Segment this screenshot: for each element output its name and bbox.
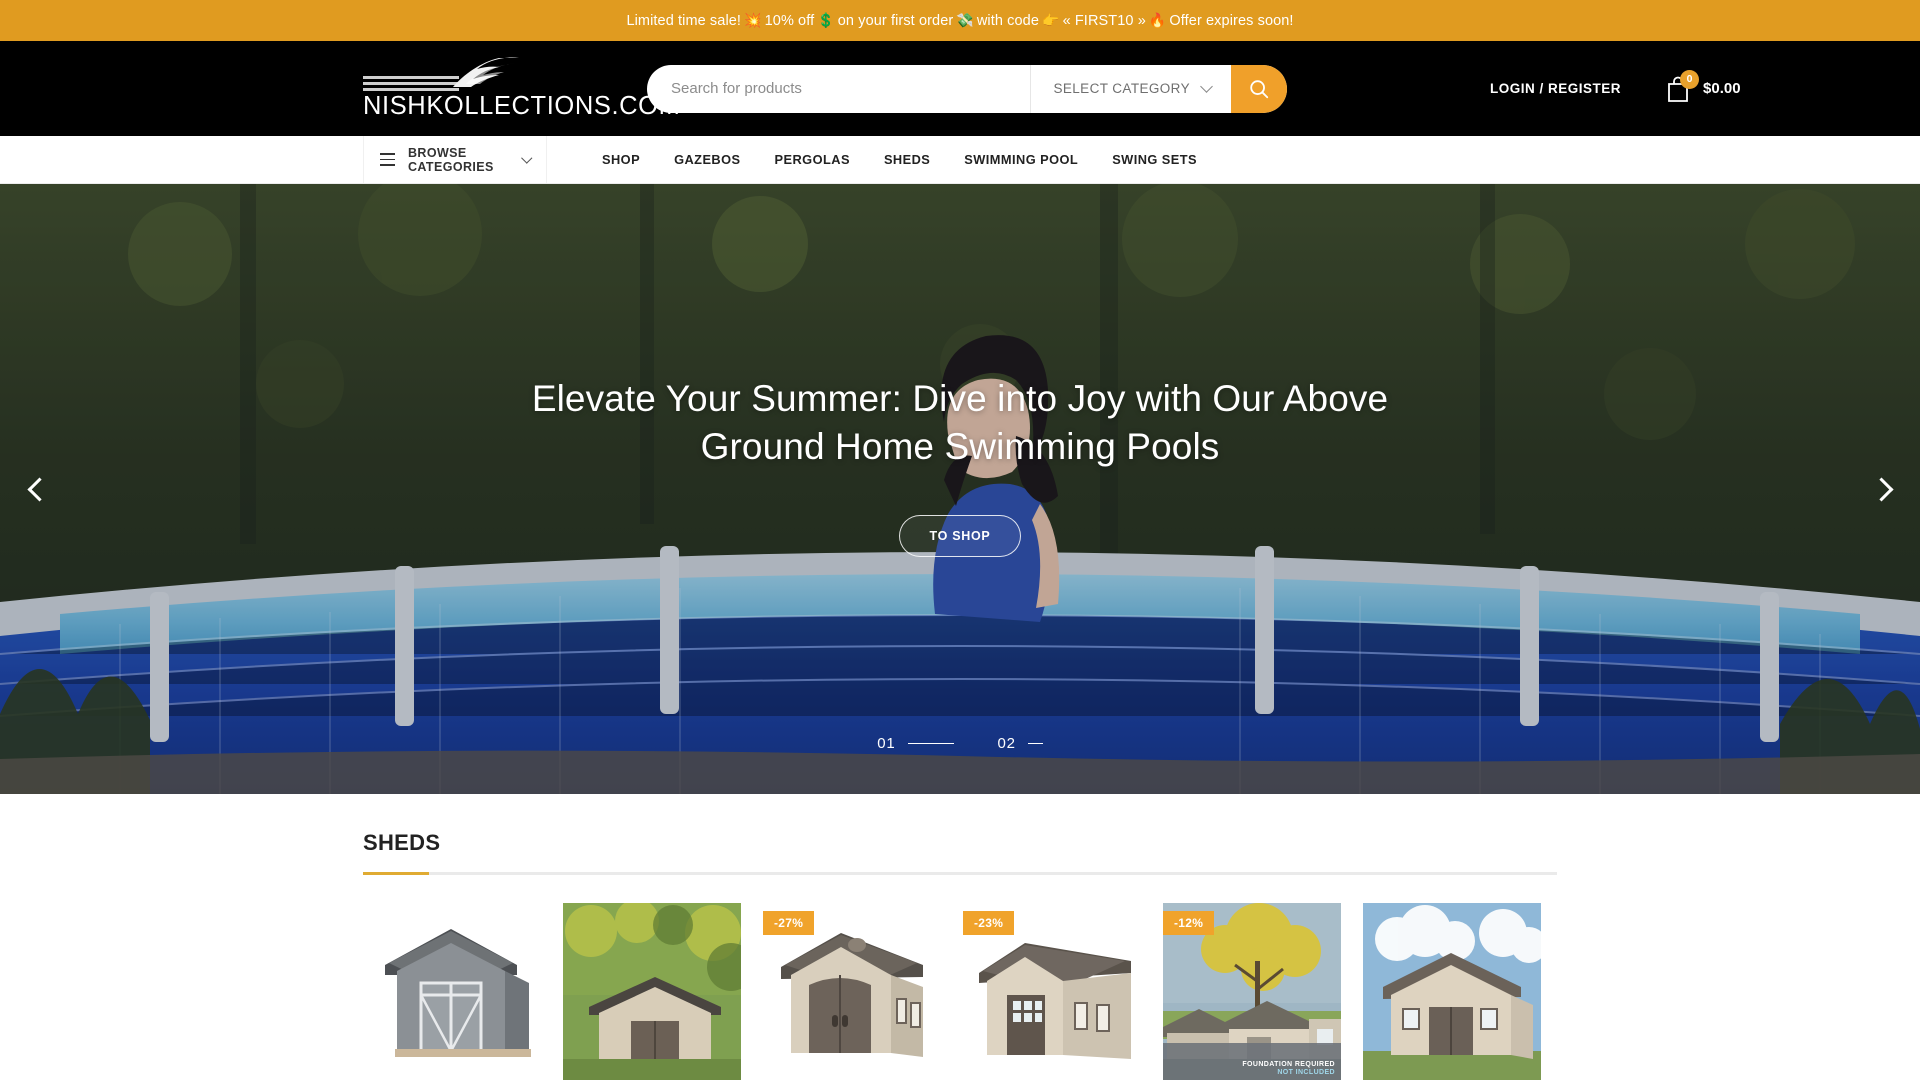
hero-content: Elevate Your Summer: Dive into Joy with … (0, 184, 1920, 794)
explosion-icon: 💥 (744, 12, 762, 28)
logo-mark (363, 56, 609, 93)
search-button[interactable] (1231, 64, 1287, 113)
cart-count-badge: 0 (1680, 69, 1700, 89)
cart-button[interactable]: 0 $0.00 (1665, 69, 1741, 103)
money-flying-icon: 💸 (956, 12, 974, 28)
site-logo[interactable]: NISHKOLLECTIONS.COM (363, 56, 681, 121)
site-header: NISHKOLLECTIONS.COM SELECT CATEGORY LOGI… (0, 41, 1920, 136)
wing-icon (451, 56, 521, 93)
slider-dot-label: 01 (877, 735, 896, 752)
slider-dot-label: 02 (997, 735, 1016, 752)
nav-item-swing-sets[interactable]: SWING SETS (1095, 152, 1214, 167)
promo-text-6: Offer expires soon! (1169, 12, 1294, 29)
product-image[interactable] (1363, 903, 1541, 1080)
nav-item-gazebos[interactable]: GAZEBOS (657, 152, 757, 167)
promo-text-4: with code (976, 12, 1040, 29)
promo-code: « FIRST10 » (1062, 12, 1146, 29)
hamburger-icon (380, 153, 395, 166)
product-card[interactable]: Backwoods 10 ft. W x 8 ft. D (363, 903, 541, 1080)
promo-banner: Limited time sale! 💥 10% off 💲 on your f… (0, 0, 1920, 41)
product-card[interactable]: -23% Lifetime 8 ft. W x 20 ft. D (963, 903, 1141, 1080)
search-bar: SELECT CATEGORY (647, 64, 1287, 113)
product-card[interactable]: -12% FOUNDATION REQUIRED NOT INCLUDED (1163, 903, 1341, 1080)
foundation-line-1: FOUNDATION REQUIRED (1242, 1060, 1335, 1068)
nav-links: SHOP GAZEBOS PERGOLAS SHEDS SWIMMING POO… (547, 136, 1214, 183)
logo-rule-right (363, 76, 459, 94)
logo-text: NISHKOLLECTIONS.COM (363, 92, 681, 120)
discount-badge: -27% (763, 911, 815, 935)
search-input[interactable] (647, 64, 1031, 113)
fire-icon: 🔥 (1148, 12, 1167, 28)
nav-item-swimming-pool[interactable]: SWIMMING POOL (947, 152, 1095, 167)
slider-dot-line (1027, 742, 1043, 745)
promo-text-3: on your first order (837, 12, 954, 29)
pointing-finger-icon: 👉 (1042, 12, 1060, 28)
slider-dot-line (907, 742, 954, 745)
chevron-down-icon (1200, 80, 1213, 93)
slider-dot-01[interactable]: 01 (877, 735, 954, 752)
chevron-right-icon (1868, 476, 1894, 502)
dollar-icon: 💲 (817, 12, 835, 28)
section-title-rule (363, 872, 1557, 875)
product-image[interactable] (363, 903, 541, 1080)
header-actions: LOGIN / REGISTER 0 $0.00 (1450, 41, 1920, 136)
promo-text-1: Limited time sale! (626, 12, 742, 29)
cart-total: $0.00 (1703, 80, 1741, 97)
nav-item-sheds[interactable]: SHEDS (867, 152, 947, 167)
product-card[interactable]: Outdoor Storage Shed 8'x... (563, 903, 741, 1080)
category-select-label: SELECT CATEGORY (1053, 81, 1190, 96)
promo-text-2: 10% off (764, 12, 815, 29)
foundation-line-2: NOT INCLUDED (1277, 1068, 1335, 1076)
foundation-required-note: FOUNDATION REQUIRED NOT INCLUDED (1242, 1061, 1335, 1077)
slider-pagination: 01 02 (0, 735, 1920, 752)
chevron-left-icon (26, 476, 52, 502)
product-card[interactable]: -27% Lifetime 8 ft. x 10 ft. O (763, 903, 941, 1080)
sheds-section: SHEDS Backwoods 10 ft. W x 8 ft. D (0, 794, 1920, 1080)
hero-slider: Elevate Your Summer: Dive into Joy with … (0, 184, 1920, 794)
discount-badge: -12% (1163, 911, 1215, 935)
shopping-bag-icon: 0 (1665, 69, 1700, 103)
nav-item-pergolas[interactable]: PERGOLAS (758, 152, 867, 167)
login-register-link[interactable]: LOGIN / REGISTER (1490, 81, 1621, 96)
product-card[interactable]: Lifetime 60079 Outdoor (1363, 903, 1541, 1080)
nav-item-shop[interactable]: SHOP (585, 152, 657, 167)
search-icon (1250, 79, 1269, 98)
product-grid: Backwoods 10 ft. W x 8 ft. D (363, 903, 1557, 1080)
slider-prev-button[interactable] (10, 463, 62, 515)
product-image[interactable] (563, 903, 741, 1080)
slider-dot-02[interactable]: 02 (998, 735, 1043, 752)
hero-cta-button[interactable]: TO SHOP (898, 515, 1022, 558)
main-navigation: BROWSE CATEGORIES SHOP GAZEBOS PERGOLAS … (0, 136, 1920, 184)
browse-categories-label: BROWSE CATEGORIES (408, 145, 494, 174)
section-title: SHEDS (363, 830, 441, 855)
slider-next-button[interactable] (1858, 463, 1910, 515)
browse-categories-button[interactable]: BROWSE CATEGORIES (363, 136, 547, 183)
hero-title: Elevate Your Summer: Dive into Joy with … (531, 377, 1389, 467)
discount-badge: -23% (963, 911, 1015, 935)
category-select[interactable]: SELECT CATEGORY (1030, 64, 1231, 113)
